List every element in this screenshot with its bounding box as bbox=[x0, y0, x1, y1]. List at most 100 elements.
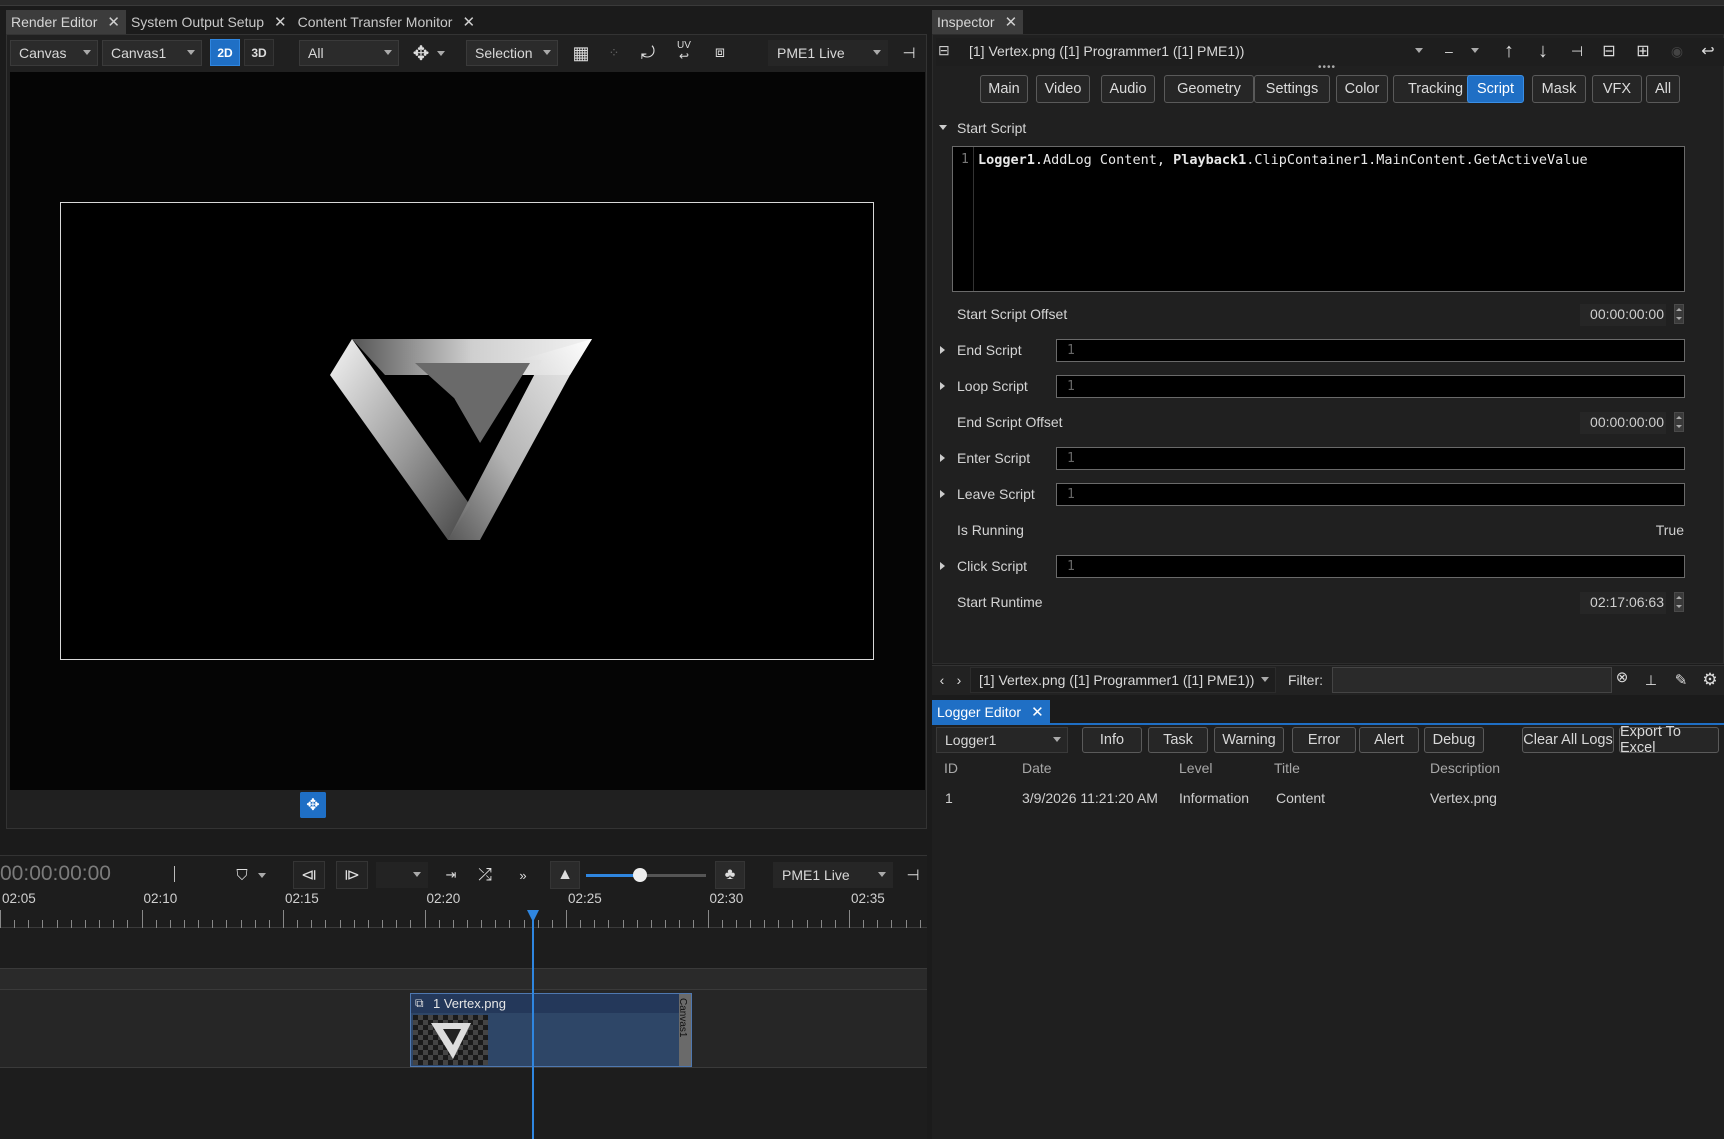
clip-vertex[interactable]: ⧉ 1 Vertex.png Canvas1 bbox=[410, 993, 692, 1067]
inspector-tab-audio[interactable]: Audio bbox=[1101, 75, 1155, 103]
logger-select[interactable]: Logger1 bbox=[936, 727, 1068, 753]
pin-icon[interactable]: ⊣ bbox=[902, 862, 924, 888]
inspector-tab-script[interactable]: Script bbox=[1467, 75, 1524, 103]
pin-icon[interactable]: ⊥ bbox=[1638, 667, 1664, 693]
tool-dropdown[interactable]: Selection bbox=[466, 40, 558, 66]
marker-type-dropdown[interactable] bbox=[376, 862, 428, 888]
filter-warning-button[interactable]: Warning bbox=[1214, 727, 1284, 753]
mode-3d-button[interactable]: 3D bbox=[244, 39, 274, 66]
layer-filter-dropdown[interactable]: All bbox=[299, 40, 399, 66]
eye-icon[interactable]: ◉ bbox=[1664, 38, 1690, 64]
expand-leave-script-icon[interactable] bbox=[940, 490, 945, 498]
filter-error-button[interactable]: Error bbox=[1292, 727, 1356, 753]
clear-filter-icon[interactable]: ⊗ bbox=[1612, 664, 1632, 690]
back-icon[interactable]: ‹ bbox=[934, 667, 950, 693]
inspector-tab-main[interactable]: Main bbox=[980, 75, 1028, 103]
filter-debug-button[interactable]: Debug bbox=[1424, 727, 1484, 753]
clear-all-logs-button[interactable]: Clear All Logs bbox=[1522, 727, 1614, 753]
pin-icon[interactable]: ⊣ bbox=[898, 40, 920, 66]
drag-grip-icon[interactable]: •••• bbox=[1318, 62, 1336, 73]
move-down-icon[interactable]: ↓ bbox=[1530, 38, 1556, 64]
export-to-excel-button[interactable]: Export To Excel bbox=[1619, 724, 1719, 756]
column-date[interactable]: Date bbox=[1022, 760, 1052, 776]
goto-marker-icon[interactable]: ⇥ bbox=[438, 862, 464, 888]
move-tool-button[interactable]: ✥ bbox=[406, 40, 452, 66]
skip-marker-icon[interactable]: » bbox=[508, 862, 538, 888]
minus-dropdown[interactable]: – bbox=[1436, 38, 1486, 64]
leave-script-field[interactable]: 1 bbox=[1056, 483, 1685, 506]
expand-end-script-icon[interactable] bbox=[940, 346, 945, 354]
collapse-icon[interactable]: ⊟ bbox=[1596, 38, 1622, 64]
zoom-slider-knob[interactable] bbox=[633, 868, 647, 882]
close-icon[interactable]: ✕ bbox=[462, 13, 475, 31]
layout-icon[interactable]: ⊞ bbox=[1630, 38, 1656, 64]
start-runtime-spinner[interactable] bbox=[1674, 592, 1684, 612]
uv-button[interactable]: UV ↩ bbox=[668, 38, 700, 64]
tab-system-output-setup[interactable]: System Output Setup ✕ bbox=[126, 10, 293, 34]
object-selector[interactable]: [1] Vertex.png ([1] Programmer1 ([1] PME… bbox=[960, 38, 1430, 64]
shuffle-icon[interactable]: ⤮ bbox=[472, 862, 498, 888]
transform-handle-icon[interactable]: ✥ bbox=[300, 792, 326, 818]
next-marker-button[interactable]: ⧐ bbox=[336, 861, 368, 889]
canvas-name-dropdown[interactable]: Canvas1 bbox=[102, 40, 202, 66]
filter-input[interactable] bbox=[1332, 667, 1612, 693]
move-up-icon[interactable]: ↑ bbox=[1496, 38, 1522, 64]
column-description[interactable]: Description bbox=[1430, 760, 1500, 776]
inspector-tab-settings[interactable]: Settings bbox=[1254, 75, 1330, 103]
marker-dropdown[interactable]: ⛉ bbox=[226, 862, 276, 888]
close-icon[interactable]: ✕ bbox=[1031, 703, 1044, 721]
filter-alert-button[interactable]: Alert bbox=[1359, 727, 1419, 753]
edit-icon[interactable]: ✎ bbox=[1668, 667, 1694, 693]
rotate-icon[interactable]: ⤾ bbox=[634, 40, 662, 66]
close-icon[interactable]: ✕ bbox=[274, 13, 287, 31]
expand-enter-script-icon[interactable] bbox=[940, 454, 945, 462]
clip-handle[interactable]: Canvas1 bbox=[677, 994, 691, 1066]
click-script-field[interactable]: 1 bbox=[1056, 555, 1685, 578]
column-title[interactable]: Title bbox=[1274, 760, 1300, 776]
close-icon[interactable]: ✕ bbox=[107, 13, 120, 31]
nav-object-selector[interactable]: [1] Vertex.png ([1] Programmer1 ([1] PME… bbox=[970, 667, 1276, 693]
output-dropdown[interactable]: PME1 Live bbox=[768, 40, 888, 66]
zoom-slider[interactable] bbox=[586, 868, 706, 882]
inspector-tab-tracking[interactable]: Tracking bbox=[1393, 75, 1478, 103]
gear-icon[interactable]: ⚙ bbox=[1698, 667, 1722, 693]
prev-marker-button[interactable]: ⧏ bbox=[293, 861, 325, 889]
playhead[interactable] bbox=[532, 911, 534, 1139]
inspector-tab-video[interactable]: Video bbox=[1036, 75, 1090, 103]
playhead-handle[interactable] bbox=[527, 910, 539, 922]
mode-2d-button[interactable]: 2D bbox=[210, 39, 240, 66]
tab-logger-editor[interactable]: Logger Editor ✕ bbox=[932, 700, 1050, 724]
crop-icon[interactable]: ⧈ bbox=[705, 40, 735, 66]
filter-info-button[interactable]: Info bbox=[1082, 727, 1142, 753]
filter-task-button[interactable]: Task bbox=[1148, 727, 1208, 753]
start-script-offset-spinner[interactable] bbox=[1674, 304, 1684, 324]
inspector-tab-color[interactable]: Color bbox=[1336, 75, 1388, 103]
expand-loop-script-icon[interactable] bbox=[940, 382, 945, 390]
end-script-offset-spinner[interactable] bbox=[1674, 412, 1684, 432]
expand-click-script-icon[interactable] bbox=[940, 562, 945, 570]
inspector-tab-geometry[interactable]: Geometry bbox=[1164, 75, 1254, 103]
inspector-tab-all[interactable]: All bbox=[1646, 75, 1680, 103]
close-icon[interactable]: ✕ bbox=[1005, 13, 1018, 31]
inspector-tab-vfx[interactable]: VFX bbox=[1592, 75, 1642, 103]
start-script-editor[interactable]: 1 Logger1.AddLog Content, Playback1.Clip… bbox=[952, 146, 1685, 292]
pin-icon[interactable]: ⊣ bbox=[1564, 38, 1590, 64]
tab-inspector[interactable]: Inspector ✕ bbox=[932, 10, 1024, 34]
return-icon[interactable]: ↩ bbox=[1696, 38, 1720, 64]
grid-icon[interactable]: ▦ bbox=[567, 40, 595, 66]
expand-start-script-icon[interactable] bbox=[939, 125, 947, 130]
zoom-mountain-icon[interactable]: ▲ bbox=[550, 861, 580, 889]
tab-content-transfer-monitor[interactable]: Content Transfer Monitor ✕ bbox=[293, 10, 481, 34]
tab-render-editor[interactable]: Render Editor ✕ bbox=[6, 10, 126, 34]
tree-icon[interactable]: ♣ bbox=[715, 861, 745, 889]
canvas-mode-dropdown[interactable]: Canvas bbox=[10, 40, 98, 66]
loop-script-field[interactable]: 1 bbox=[1056, 375, 1685, 398]
column-level[interactable]: Level bbox=[1179, 760, 1212, 776]
snap-icon[interactable]: ⁘ bbox=[600, 40, 628, 66]
end-script-field[interactable]: 1 bbox=[1056, 339, 1685, 362]
enter-script-field[interactable]: 1 bbox=[1056, 447, 1685, 470]
inspector-tab-mask[interactable]: Mask bbox=[1532, 75, 1586, 103]
column-id[interactable]: ID bbox=[944, 760, 958, 776]
forward-icon[interactable]: › bbox=[951, 667, 967, 693]
timeline-output-dropdown[interactable]: PME1 Live bbox=[773, 862, 893, 888]
